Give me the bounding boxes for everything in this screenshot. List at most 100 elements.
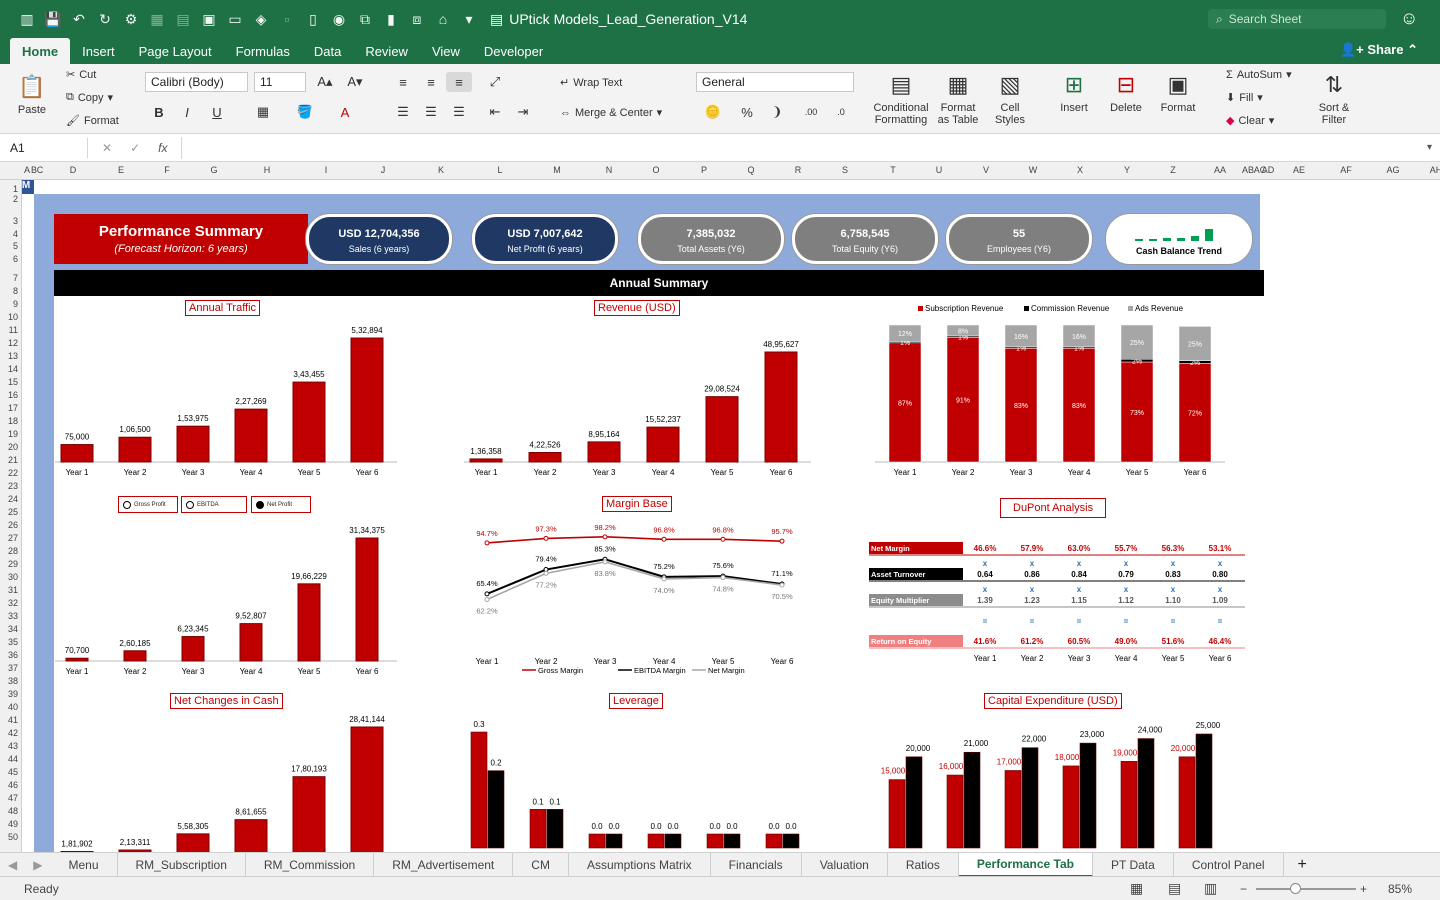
column-header[interactable]: A bbox=[24, 165, 30, 175]
column-header[interactable]: F bbox=[164, 165, 170, 175]
outdent-icon[interactable]: ⇤ bbox=[482, 102, 508, 122]
toolbar-icon[interactable]: ▯ bbox=[300, 8, 326, 30]
row-header[interactable]: 21 bbox=[0, 455, 18, 465]
row-header[interactable]: 34 bbox=[0, 624, 18, 634]
column-header[interactable]: Y bbox=[1124, 165, 1130, 175]
increase-decimal-icon[interactable]: .00 bbox=[798, 102, 824, 122]
decrease-font-icon[interactable]: A▾ bbox=[342, 72, 368, 92]
tab-data[interactable]: Data bbox=[302, 38, 353, 64]
row-header[interactable]: 39 bbox=[0, 689, 18, 699]
sheet-tab-rm_advertisement[interactable]: RM_Advertisement bbox=[374, 852, 514, 877]
page-layout-icon[interactable]: ▤ bbox=[1168, 880, 1181, 897]
align-left-icon[interactable]: ☰ bbox=[390, 102, 416, 122]
row-header[interactable]: 50 bbox=[0, 832, 18, 842]
row-header[interactable]: 17 bbox=[0, 403, 18, 413]
row-header[interactable]: 45 bbox=[0, 767, 18, 777]
row-header[interactable]: 29 bbox=[0, 559, 18, 569]
decrease-decimal-icon[interactable]: .0 bbox=[828, 102, 854, 122]
align-top-icon[interactable]: ≡ bbox=[390, 72, 416, 92]
insert-cells-button[interactable]: ⊞ Insert bbox=[1050, 68, 1098, 115]
row-header[interactable]: 1 bbox=[0, 184, 18, 194]
row-header[interactable]: 6 bbox=[0, 254, 18, 264]
column-header[interactable]: T bbox=[890, 165, 896, 175]
sheet-tab-assumptions-matrix[interactable]: Assumptions Matrix bbox=[569, 852, 711, 877]
row-header[interactable]: 24 bbox=[0, 494, 18, 504]
normal-view-icon[interactable]: ▦ bbox=[1130, 880, 1143, 897]
add-sheet-icon[interactable]: + bbox=[1284, 856, 1321, 874]
name-box[interactable]: A1 bbox=[4, 137, 88, 158]
sheet-tab-pt-data[interactable]: PT Data bbox=[1093, 852, 1174, 877]
column-header[interactable]: O bbox=[652, 165, 659, 175]
row-header[interactable]: 18 bbox=[0, 416, 18, 426]
tab-formulas[interactable]: Formulas bbox=[224, 38, 302, 64]
option-ebitda[interactable]: EBITDA bbox=[181, 496, 247, 513]
format-cells-button[interactable]: ▣ Format bbox=[1154, 68, 1202, 115]
row-header[interactable]: 36 bbox=[0, 650, 18, 660]
autosum-button[interactable]: Σ AutoSum ▾ bbox=[1226, 68, 1292, 82]
align-bottom-icon[interactable]: ≡ bbox=[446, 72, 472, 92]
bold-icon[interactable]: B bbox=[146, 102, 172, 122]
row-header[interactable]: 16 bbox=[0, 390, 18, 400]
increase-font-icon[interactable]: A▴ bbox=[312, 72, 338, 92]
option-gross-profit[interactable]: Gross Profit bbox=[118, 496, 178, 513]
sort-filter-button[interactable]: ⇅ Sort & Filter bbox=[1310, 68, 1358, 127]
expand-formula-icon[interactable]: ▾ bbox=[1427, 142, 1432, 153]
macro-icon[interactable]: ⚙ bbox=[118, 8, 144, 30]
sheet-tab-control-panel[interactable]: Control Panel bbox=[1174, 852, 1284, 877]
column-header[interactable]: I bbox=[325, 165, 328, 175]
column-header[interactable]: AB bbox=[1242, 165, 1254, 175]
orientation-icon[interactable]: ⤢ bbox=[482, 72, 508, 92]
row-header[interactable]: 37 bbox=[0, 663, 18, 673]
page-break-icon[interactable]: ▥ bbox=[1204, 880, 1217, 897]
row-header[interactable]: 27 bbox=[0, 533, 18, 543]
comma-icon[interactable]: ❩ bbox=[764, 102, 790, 122]
sheet-tab-performance-tab[interactable]: Performance Tab bbox=[958, 852, 1094, 877]
column-header[interactable]: N bbox=[606, 165, 613, 175]
tab-page-layout[interactable]: Page Layout bbox=[127, 38, 224, 64]
row-header[interactable]: 5 bbox=[0, 241, 18, 251]
row-header[interactable]: 42 bbox=[0, 728, 18, 738]
column-header[interactable]: AG bbox=[1386, 165, 1399, 175]
column-header[interactable]: P bbox=[701, 165, 707, 175]
row-header[interactable]: 8 bbox=[0, 286, 18, 296]
column-header[interactable]: S bbox=[842, 165, 848, 175]
chevron-down-icon[interactable]: ▾ bbox=[456, 8, 482, 30]
cut-button[interactable]: ✂ Cut bbox=[66, 68, 96, 82]
scroll-left-icon[interactable]: ◀ bbox=[0, 858, 25, 872]
percent-icon[interactable]: % bbox=[734, 102, 760, 122]
row-header[interactable]: 32 bbox=[0, 598, 18, 608]
column-header[interactable]: AE bbox=[1293, 165, 1305, 175]
column-header[interactable]: E bbox=[118, 165, 124, 175]
column-header[interactable]: U bbox=[936, 165, 943, 175]
column-header[interactable]: D bbox=[70, 165, 77, 175]
row-header[interactable]: 38 bbox=[0, 676, 18, 686]
column-header[interactable]: C bbox=[37, 165, 44, 175]
scroll-right-icon[interactable]: ▶ bbox=[25, 858, 50, 872]
align-middle-icon[interactable]: ≡ bbox=[418, 72, 444, 92]
share-button[interactable]: 👤+ Share ⌃ bbox=[1340, 42, 1418, 58]
toolbar-icon[interactable]: ⧉ bbox=[352, 8, 378, 30]
format-painter-button[interactable]: 🖌 Format bbox=[66, 114, 119, 128]
sheet-tab-cm[interactable]: CM bbox=[513, 852, 569, 877]
row-header[interactable]: 46 bbox=[0, 780, 18, 790]
search-sheet-input[interactable]: ⌕ Search Sheet bbox=[1208, 9, 1386, 29]
row-header[interactable]: 40 bbox=[0, 702, 18, 712]
indent-icon[interactable]: ⇥ bbox=[510, 102, 536, 122]
column-header[interactable]: AD bbox=[1262, 165, 1275, 175]
align-center-icon[interactable]: ☰ bbox=[418, 102, 444, 122]
row-header[interactable]: 43 bbox=[0, 741, 18, 751]
row-header[interactable]: 31 bbox=[0, 585, 18, 595]
column-header[interactable]: J bbox=[381, 165, 386, 175]
tab-view[interactable]: View bbox=[420, 38, 472, 64]
toolbar-icon[interactable]: ▫ bbox=[274, 8, 300, 30]
row-header[interactable]: 19 bbox=[0, 429, 18, 439]
italic-icon[interactable]: I bbox=[174, 102, 200, 122]
toolbar-icon[interactable]: ▮ bbox=[378, 8, 404, 30]
tab-developer[interactable]: Developer bbox=[472, 38, 555, 64]
column-header[interactable]: L bbox=[497, 165, 502, 175]
function-icon[interactable]: fx bbox=[158, 141, 167, 155]
zoom-slider[interactable] bbox=[1256, 888, 1356, 890]
row-header[interactable]: 14 bbox=[0, 364, 18, 374]
clear-button[interactable]: ◆ Clear ▾ bbox=[1226, 114, 1274, 128]
row-header[interactable]: 33 bbox=[0, 611, 18, 621]
